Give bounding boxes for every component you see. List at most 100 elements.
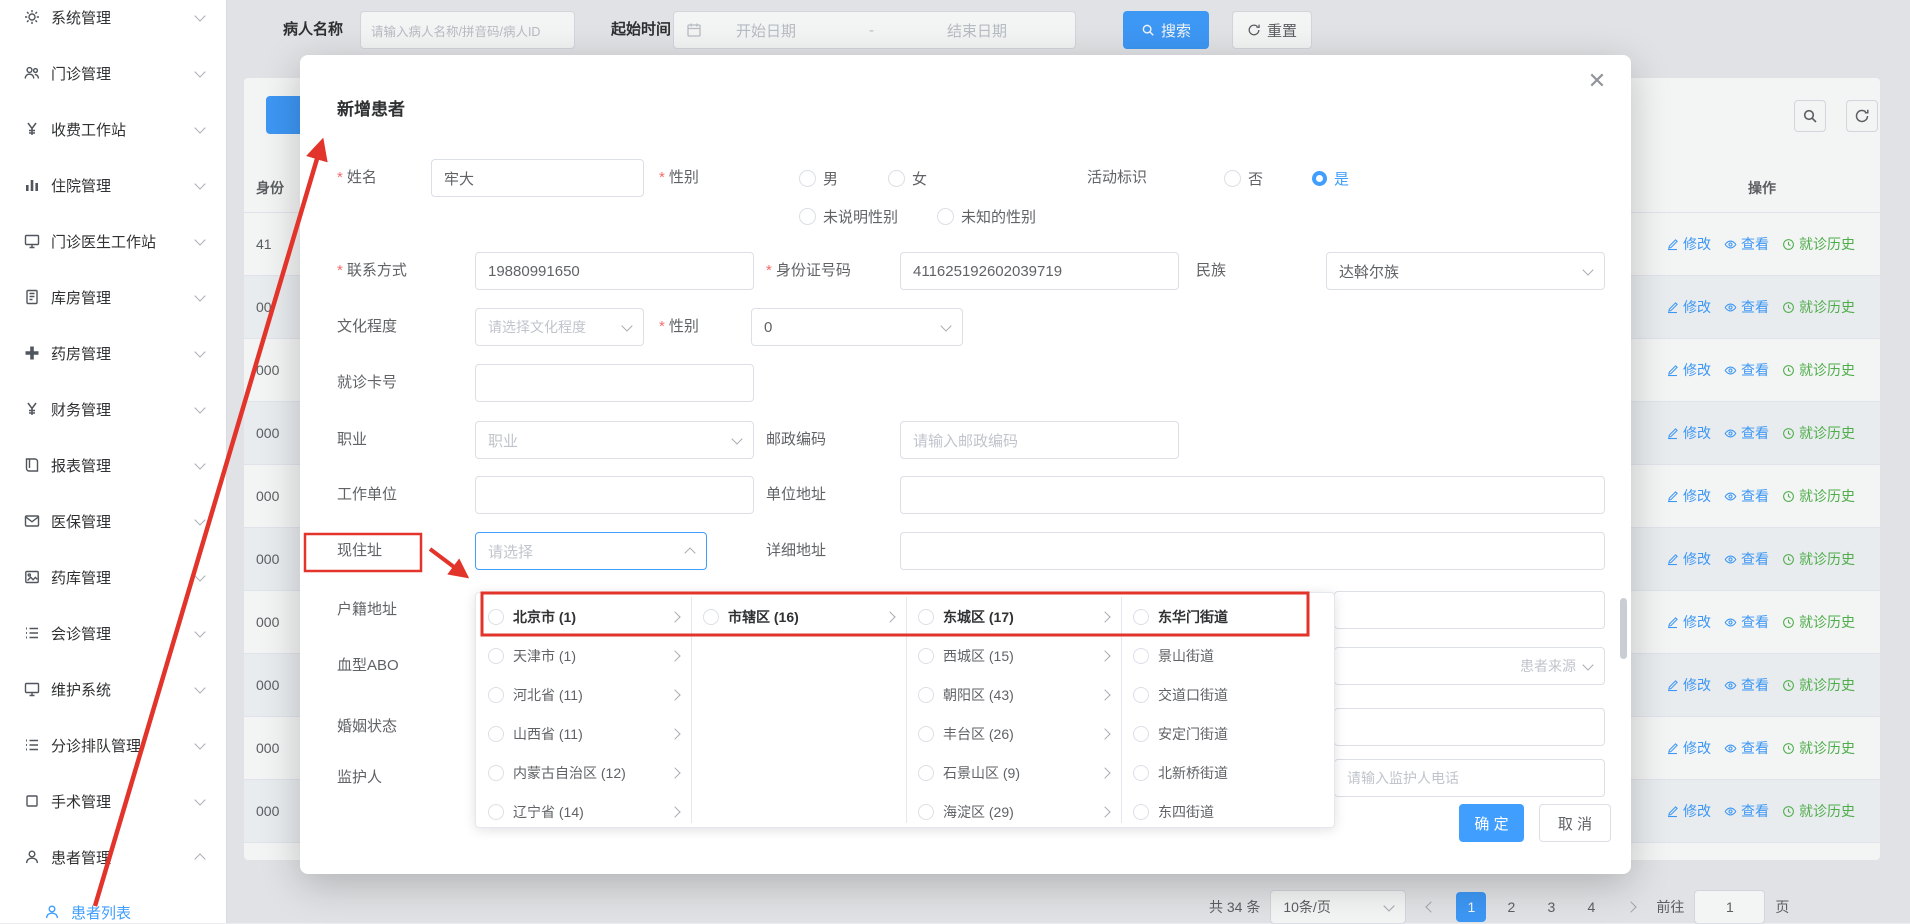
- edit-link[interactable]: 修改: [1666, 549, 1711, 569]
- gender-female-radio[interactable]: 女: [888, 159, 927, 197]
- patient-name-input[interactable]: 请输入病人名称/拼音码/病人ID: [360, 11, 575, 49]
- cascader-option-xicheng[interactable]: 西城区 (15): [906, 636, 1121, 675]
- sidebar-item-drug-store[interactable]: 药库管理: [0, 549, 226, 605]
- cascader-option-haidian[interactable]: 海淀区 (29): [906, 792, 1121, 823]
- edit-link[interactable]: 修改: [1666, 360, 1711, 380]
- gender-unstated-radio[interactable]: 未说明性别: [799, 197, 898, 235]
- cascader-option-dongcheng[interactable]: 东城区 (17): [906, 597, 1121, 636]
- sidebar-item-outpatient[interactable]: 门诊管理: [0, 45, 226, 101]
- table-refresh-button[interactable]: [1846, 100, 1878, 132]
- sidebar-item-system[interactable]: 系统管理: [0, 0, 226, 45]
- sidebar-item-reports[interactable]: 报表管理: [0, 437, 226, 493]
- sidebar-item-triage-queue[interactable]: 分诊排队管理: [0, 717, 226, 773]
- sidebar-item-finance[interactable]: 财务管理: [0, 381, 226, 437]
- work-unit-input[interactable]: [475, 476, 754, 514]
- sidebar-item-charging[interactable]: 收费工作站: [0, 101, 226, 157]
- visit-history-link[interactable]: 就诊历史: [1782, 801, 1855, 821]
- view-link[interactable]: 查看: [1724, 486, 1769, 506]
- cascader-option-liaoning[interactable]: 辽宁省 (14): [476, 792, 691, 823]
- view-link[interactable]: 查看: [1724, 360, 1769, 380]
- cascader-option-fengtai[interactable]: 丰台区 (26): [906, 714, 1121, 753]
- view-link[interactable]: 查看: [1724, 423, 1769, 443]
- marital-status-input[interactable]: [1334, 708, 1605, 746]
- visit-history-link[interactable]: 就诊历史: [1782, 612, 1855, 632]
- education-select[interactable]: 请选择文化程度: [475, 308, 644, 346]
- gender-male-radio[interactable]: 男: [799, 159, 838, 197]
- sidebar-item-maintenance[interactable]: 维护系统: [0, 661, 226, 717]
- card-number-input[interactable]: [475, 364, 754, 402]
- current-address-cascader[interactable]: 请选择: [475, 532, 707, 570]
- edit-link[interactable]: 修改: [1666, 675, 1711, 695]
- view-link[interactable]: 查看: [1724, 234, 1769, 254]
- reset-button[interactable]: 重置: [1232, 11, 1312, 49]
- cascader-option-tianjin[interactable]: 天津市 (1): [476, 636, 691, 675]
- occupation-select[interactable]: 职业: [475, 421, 754, 459]
- edit-link[interactable]: 修改: [1666, 486, 1711, 506]
- name-input[interactable]: 牢大: [431, 159, 644, 197]
- search-button[interactable]: 搜索: [1123, 11, 1209, 49]
- modal-scrollbar[interactable]: [1620, 598, 1627, 659]
- gender2-select[interactable]: 0: [751, 308, 963, 346]
- date-range-picker[interactable]: 开始日期 - 结束日期: [673, 11, 1076, 49]
- view-link[interactable]: 查看: [1724, 549, 1769, 569]
- sidebar-item-patient-mgmt[interactable]: 患者管理: [0, 829, 226, 885]
- prev-page-button[interactable]: [1416, 892, 1446, 922]
- cascader-option-chaoyang[interactable]: 朝阳区 (43): [906, 675, 1121, 714]
- table-search-button[interactable]: [1794, 100, 1826, 132]
- cascader-option-andingmen[interactable]: 安定门街道: [1121, 714, 1336, 753]
- cascader-option-shixiaqu[interactable]: 市辖区 (16): [691, 597, 906, 636]
- cascader-option-beijing[interactable]: 北京市 (1): [476, 597, 691, 636]
- sidebar-item-consultation[interactable]: 会诊管理: [0, 605, 226, 661]
- ethnicity-select[interactable]: 达斡尔族: [1326, 252, 1605, 290]
- cancel-button[interactable]: 取 消: [1539, 804, 1611, 842]
- detail-address-input[interactable]: [900, 532, 1605, 570]
- sidebar-item-patient-list[interactable]: 患者列表: [0, 885, 226, 923]
- visit-history-link[interactable]: 就诊历史: [1782, 549, 1855, 569]
- page-number-1[interactable]: 1: [1456, 892, 1486, 922]
- goto-page-input[interactable]: 1: [1694, 890, 1765, 924]
- edit-link[interactable]: 修改: [1666, 234, 1711, 254]
- view-link[interactable]: 查看: [1724, 675, 1769, 695]
- visit-history-link[interactable]: 就诊历史: [1782, 675, 1855, 695]
- visit-history-link[interactable]: 就诊历史: [1782, 360, 1855, 380]
- page-number-2[interactable]: 2: [1496, 892, 1526, 922]
- cascader-option-jingshan[interactable]: 景山街道: [1121, 636, 1336, 675]
- cascader-option-hebei[interactable]: 河北省 (11): [476, 675, 691, 714]
- confirm-button[interactable]: 确 定: [1459, 804, 1524, 842]
- cascader-option-shanxi[interactable]: 山西省 (11): [476, 714, 691, 753]
- view-link[interactable]: 查看: [1724, 738, 1769, 758]
- view-link[interactable]: 查看: [1724, 801, 1769, 821]
- edit-link[interactable]: 修改: [1666, 738, 1711, 758]
- cascader-option-beixinqiao[interactable]: 北新桥街道: [1121, 753, 1336, 792]
- contact-input[interactable]: 19880991650: [475, 252, 754, 290]
- sidebar-item-surgery[interactable]: 手术管理: [0, 773, 226, 829]
- close-icon[interactable]: ✕: [1583, 67, 1611, 95]
- edit-link[interactable]: 修改: [1666, 612, 1711, 632]
- visit-history-link[interactable]: 就诊历史: [1782, 423, 1855, 443]
- patient-source-select[interactable]: 患者来源: [1334, 647, 1605, 685]
- edit-link[interactable]: 修改: [1666, 801, 1711, 821]
- visit-history-link[interactable]: 就诊历史: [1782, 486, 1855, 506]
- visit-history-link[interactable]: 就诊历史: [1782, 738, 1855, 758]
- edit-link[interactable]: 修改: [1666, 423, 1711, 443]
- sidebar-item-doctor-station[interactable]: 门诊医生工作站: [0, 213, 226, 269]
- view-link[interactable]: 查看: [1724, 297, 1769, 317]
- view-link[interactable]: 查看: [1724, 612, 1769, 632]
- cascader-option-dongsi[interactable]: 东四街道: [1121, 792, 1336, 823]
- cascader-option-donghuamen[interactable]: 东华门街道: [1121, 597, 1336, 636]
- active-no-radio[interactable]: 否: [1224, 159, 1263, 197]
- unit-address-input[interactable]: [900, 476, 1605, 514]
- household-address-input[interactable]: [1334, 591, 1605, 629]
- cascader-option-jiaodaokou[interactable]: 交道口街道: [1121, 675, 1336, 714]
- sidebar-item-insurance[interactable]: 医保管理: [0, 493, 226, 549]
- sidebar-item-inpatient[interactable]: 住院管理: [0, 157, 226, 213]
- idcard-input[interactable]: 411625192602039719: [900, 252, 1179, 290]
- cascader-option-neimenggu[interactable]: 内蒙古自治区 (12): [476, 753, 691, 792]
- page-size-select[interactable]: 10条/页: [1270, 890, 1406, 924]
- postal-input[interactable]: 请输入邮政编码: [900, 421, 1179, 459]
- visit-history-link[interactable]: 就诊历史: [1782, 297, 1855, 317]
- page-number-4[interactable]: 4: [1576, 892, 1606, 922]
- edit-link[interactable]: 修改: [1666, 297, 1711, 317]
- gender-unknown-radio[interactable]: 未知的性别: [937, 197, 1036, 235]
- cascader-option-shijingshan[interactable]: 石景山区 (9): [906, 753, 1121, 792]
